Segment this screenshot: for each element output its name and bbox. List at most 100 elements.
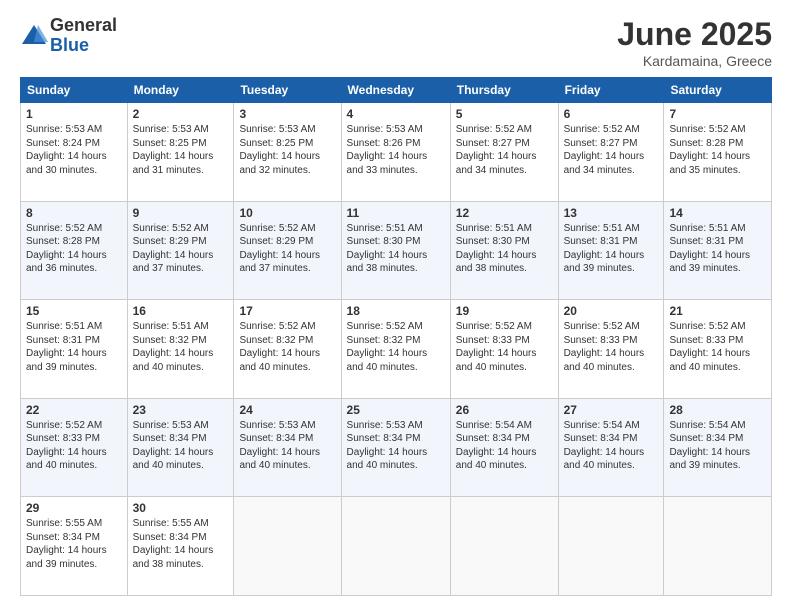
calendar-cell: 19 Sunrise: 5:52 AMSunset: 8:33 PMDaylig… [450,300,558,399]
calendar-cell: 6 Sunrise: 5:52 AMSunset: 8:27 PMDayligh… [558,103,664,202]
day-info: Sunrise: 5:52 AMSunset: 8:28 PMDaylight:… [669,124,750,176]
day-number: 14 [669,206,766,220]
day-info: Sunrise: 5:55 AMSunset: 8:34 PMDaylight:… [133,518,214,570]
calendar-cell: 27 Sunrise: 5:54 AMSunset: 8:34 PMDaylig… [558,398,664,497]
header-monday: Monday [127,78,234,103]
calendar-cell: 30 Sunrise: 5:55 AMSunset: 8:34 PMDaylig… [127,497,234,596]
day-info: Sunrise: 5:52 AMSunset: 8:33 PMDaylight:… [564,321,645,373]
day-number: 20 [564,304,659,318]
day-info: Sunrise: 5:54 AMSunset: 8:34 PMDaylight:… [669,420,750,472]
calendar-cell: 1 Sunrise: 5:53 AMSunset: 8:24 PMDayligh… [21,103,128,202]
day-number: 28 [669,403,766,417]
month-title: June 2025 [617,16,772,53]
logo-general-label: General [50,16,117,36]
header-row: Sunday Monday Tuesday Wednesday Thursday… [21,78,772,103]
calendar-cell: 11 Sunrise: 5:51 AMSunset: 8:30 PMDaylig… [341,201,450,300]
day-info: Sunrise: 5:54 AMSunset: 8:34 PMDaylight:… [456,420,537,472]
calendar-cell: 8 Sunrise: 5:52 AMSunset: 8:28 PMDayligh… [21,201,128,300]
calendar-cell: 9 Sunrise: 5:52 AMSunset: 8:29 PMDayligh… [127,201,234,300]
calendar-cell: 20 Sunrise: 5:52 AMSunset: 8:33 PMDaylig… [558,300,664,399]
day-number: 25 [347,403,445,417]
day-number: 2 [133,107,229,121]
day-number: 30 [133,501,229,515]
calendar-cell [341,497,450,596]
day-number: 9 [133,206,229,220]
calendar-cell: 18 Sunrise: 5:52 AMSunset: 8:32 PMDaylig… [341,300,450,399]
day-info: Sunrise: 5:51 AMSunset: 8:30 PMDaylight:… [347,223,428,275]
day-info: Sunrise: 5:53 AMSunset: 8:24 PMDaylight:… [26,124,107,176]
day-info: Sunrise: 5:52 AMSunset: 8:33 PMDaylight:… [669,321,750,373]
header-sunday: Sunday [21,78,128,103]
day-number: 1 [26,107,122,121]
calendar-cell: 21 Sunrise: 5:52 AMSunset: 8:33 PMDaylig… [664,300,772,399]
day-info: Sunrise: 5:53 AMSunset: 8:25 PMDaylight:… [133,124,214,176]
calendar-cell [450,497,558,596]
day-number: 22 [26,403,122,417]
day-info: Sunrise: 5:52 AMSunset: 8:29 PMDaylight:… [133,223,214,275]
calendar-week-row: 29 Sunrise: 5:55 AMSunset: 8:34 PMDaylig… [21,497,772,596]
calendar-cell: 28 Sunrise: 5:54 AMSunset: 8:34 PMDaylig… [664,398,772,497]
calendar-week-row: 22 Sunrise: 5:52 AMSunset: 8:33 PMDaylig… [21,398,772,497]
header-wednesday: Wednesday [341,78,450,103]
day-info: Sunrise: 5:52 AMSunset: 8:33 PMDaylight:… [456,321,537,373]
day-number: 23 [133,403,229,417]
calendar-cell: 3 Sunrise: 5:53 AMSunset: 8:25 PMDayligh… [234,103,341,202]
calendar-cell: 5 Sunrise: 5:52 AMSunset: 8:27 PMDayligh… [450,103,558,202]
header-friday: Friday [558,78,664,103]
page: General Blue June 2025 Kardamaina, Greec… [0,0,792,612]
calendar-cell: 12 Sunrise: 5:51 AMSunset: 8:30 PMDaylig… [450,201,558,300]
day-info: Sunrise: 5:52 AMSunset: 8:28 PMDaylight:… [26,223,107,275]
calendar-cell: 29 Sunrise: 5:55 AMSunset: 8:34 PMDaylig… [21,497,128,596]
day-info: Sunrise: 5:53 AMSunset: 8:34 PMDaylight:… [239,420,320,472]
calendar-cell: 22 Sunrise: 5:52 AMSunset: 8:33 PMDaylig… [21,398,128,497]
day-info: Sunrise: 5:52 AMSunset: 8:33 PMDaylight:… [26,420,107,472]
calendar: Sunday Monday Tuesday Wednesday Thursday… [20,77,772,596]
header-thursday: Thursday [450,78,558,103]
logo-icon [20,22,48,50]
day-number: 5 [456,107,553,121]
day-info: Sunrise: 5:54 AMSunset: 8:34 PMDaylight:… [564,420,645,472]
calendar-cell [234,497,341,596]
calendar-body: 1 Sunrise: 5:53 AMSunset: 8:24 PMDayligh… [21,103,772,596]
day-number: 12 [456,206,553,220]
day-number: 26 [456,403,553,417]
day-info: Sunrise: 5:53 AMSunset: 8:26 PMDaylight:… [347,124,428,176]
day-number: 7 [669,107,766,121]
day-info: Sunrise: 5:52 AMSunset: 8:27 PMDaylight:… [456,124,537,176]
day-number: 19 [456,304,553,318]
calendar-header: Sunday Monday Tuesday Wednesday Thursday… [21,78,772,103]
day-info: Sunrise: 5:52 AMSunset: 8:32 PMDaylight:… [347,321,428,373]
day-number: 13 [564,206,659,220]
day-number: 16 [133,304,229,318]
header-tuesday: Tuesday [234,78,341,103]
day-number: 8 [26,206,122,220]
logo: General Blue [20,16,117,56]
calendar-cell: 16 Sunrise: 5:51 AMSunset: 8:32 PMDaylig… [127,300,234,399]
day-number: 10 [239,206,335,220]
calendar-cell: 2 Sunrise: 5:53 AMSunset: 8:25 PMDayligh… [127,103,234,202]
day-info: Sunrise: 5:55 AMSunset: 8:34 PMDaylight:… [26,518,107,570]
calendar-cell [558,497,664,596]
logo-blue-label: Blue [50,36,117,56]
day-number: 18 [347,304,445,318]
calendar-cell: 4 Sunrise: 5:53 AMSunset: 8:26 PMDayligh… [341,103,450,202]
day-info: Sunrise: 5:51 AMSunset: 8:31 PMDaylight:… [669,223,750,275]
calendar-cell: 26 Sunrise: 5:54 AMSunset: 8:34 PMDaylig… [450,398,558,497]
calendar-week-row: 1 Sunrise: 5:53 AMSunset: 8:24 PMDayligh… [21,103,772,202]
calendar-cell: 13 Sunrise: 5:51 AMSunset: 8:31 PMDaylig… [558,201,664,300]
day-info: Sunrise: 5:53 AMSunset: 8:34 PMDaylight:… [347,420,428,472]
day-number: 17 [239,304,335,318]
day-number: 27 [564,403,659,417]
calendar-cell [664,497,772,596]
calendar-week-row: 8 Sunrise: 5:52 AMSunset: 8:28 PMDayligh… [21,201,772,300]
day-info: Sunrise: 5:51 AMSunset: 8:30 PMDaylight:… [456,223,537,275]
calendar-cell: 10 Sunrise: 5:52 AMSunset: 8:29 PMDaylig… [234,201,341,300]
location: Kardamaina, Greece [617,53,772,69]
day-number: 3 [239,107,335,121]
day-info: Sunrise: 5:52 AMSunset: 8:29 PMDaylight:… [239,223,320,275]
day-number: 6 [564,107,659,121]
calendar-week-row: 15 Sunrise: 5:51 AMSunset: 8:31 PMDaylig… [21,300,772,399]
calendar-cell: 23 Sunrise: 5:53 AMSunset: 8:34 PMDaylig… [127,398,234,497]
calendar-cell: 14 Sunrise: 5:51 AMSunset: 8:31 PMDaylig… [664,201,772,300]
day-info: Sunrise: 5:53 AMSunset: 8:25 PMDaylight:… [239,124,320,176]
